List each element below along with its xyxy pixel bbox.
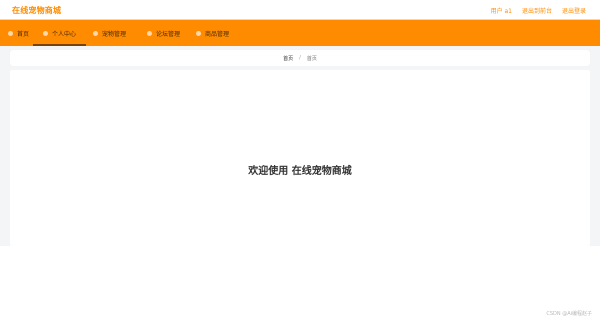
watermark: CSDN @Ai编程赵子	[546, 311, 592, 317]
main-nav: 首页 个人中心 宠物管理 论坛管理 商品管理	[0, 20, 600, 46]
nav-profile-icon	[43, 30, 48, 36]
nav-pet-icon	[93, 30, 98, 36]
brand-title: 在线宠物商城	[12, 6, 62, 15]
welcome-card: 欢迎使用 在线宠物商城	[10, 70, 590, 246]
nav-product-icon	[196, 30, 201, 36]
nav-item-label: 首页	[17, 30, 30, 38]
top-actions: 用户 a1 退出到前台 退出登录	[491, 6, 586, 15]
nav-item-label: 宠物管理	[102, 30, 127, 38]
breadcrumb-separator: /	[299, 55, 301, 61]
nav-item-forum-management[interactable]: 论坛管理	[147, 20, 180, 46]
breadcrumb: 首页 / 首页	[10, 55, 590, 62]
nav-item-home[interactable]: 首页	[8, 20, 29, 46]
welcome-message: 欢迎使用 在线宠物商城	[248, 166, 352, 177]
nav-home-icon	[8, 30, 13, 36]
logout-link[interactable]: 退出登录	[562, 6, 586, 15]
back-to-frontend-link[interactable]: 退出到前台	[522, 6, 552, 15]
nav-item-product-management[interactable]: 商品管理	[196, 20, 229, 46]
topbar: 在线宠物商城 用户 a1 退出到前台 退出登录	[0, 0, 600, 20]
nav-item-pet-management[interactable]: 宠物管理	[93, 20, 126, 46]
nav-item-label: 商品管理	[205, 30, 230, 38]
nav-forum-icon	[147, 30, 152, 36]
nav-item-label: 论坛管理	[156, 30, 181, 38]
nav-item-label: 个人中心	[52, 30, 77, 38]
breadcrumb-current: 首页	[306, 56, 317, 62]
breadcrumb-card: 首页 / 首页	[10, 50, 590, 66]
user-name[interactable]: 用户 a1	[491, 6, 512, 15]
nav-item-profile[interactable]: 个人中心	[32, 20, 87, 46]
breadcrumb-home[interactable]: 首页	[283, 55, 293, 62]
